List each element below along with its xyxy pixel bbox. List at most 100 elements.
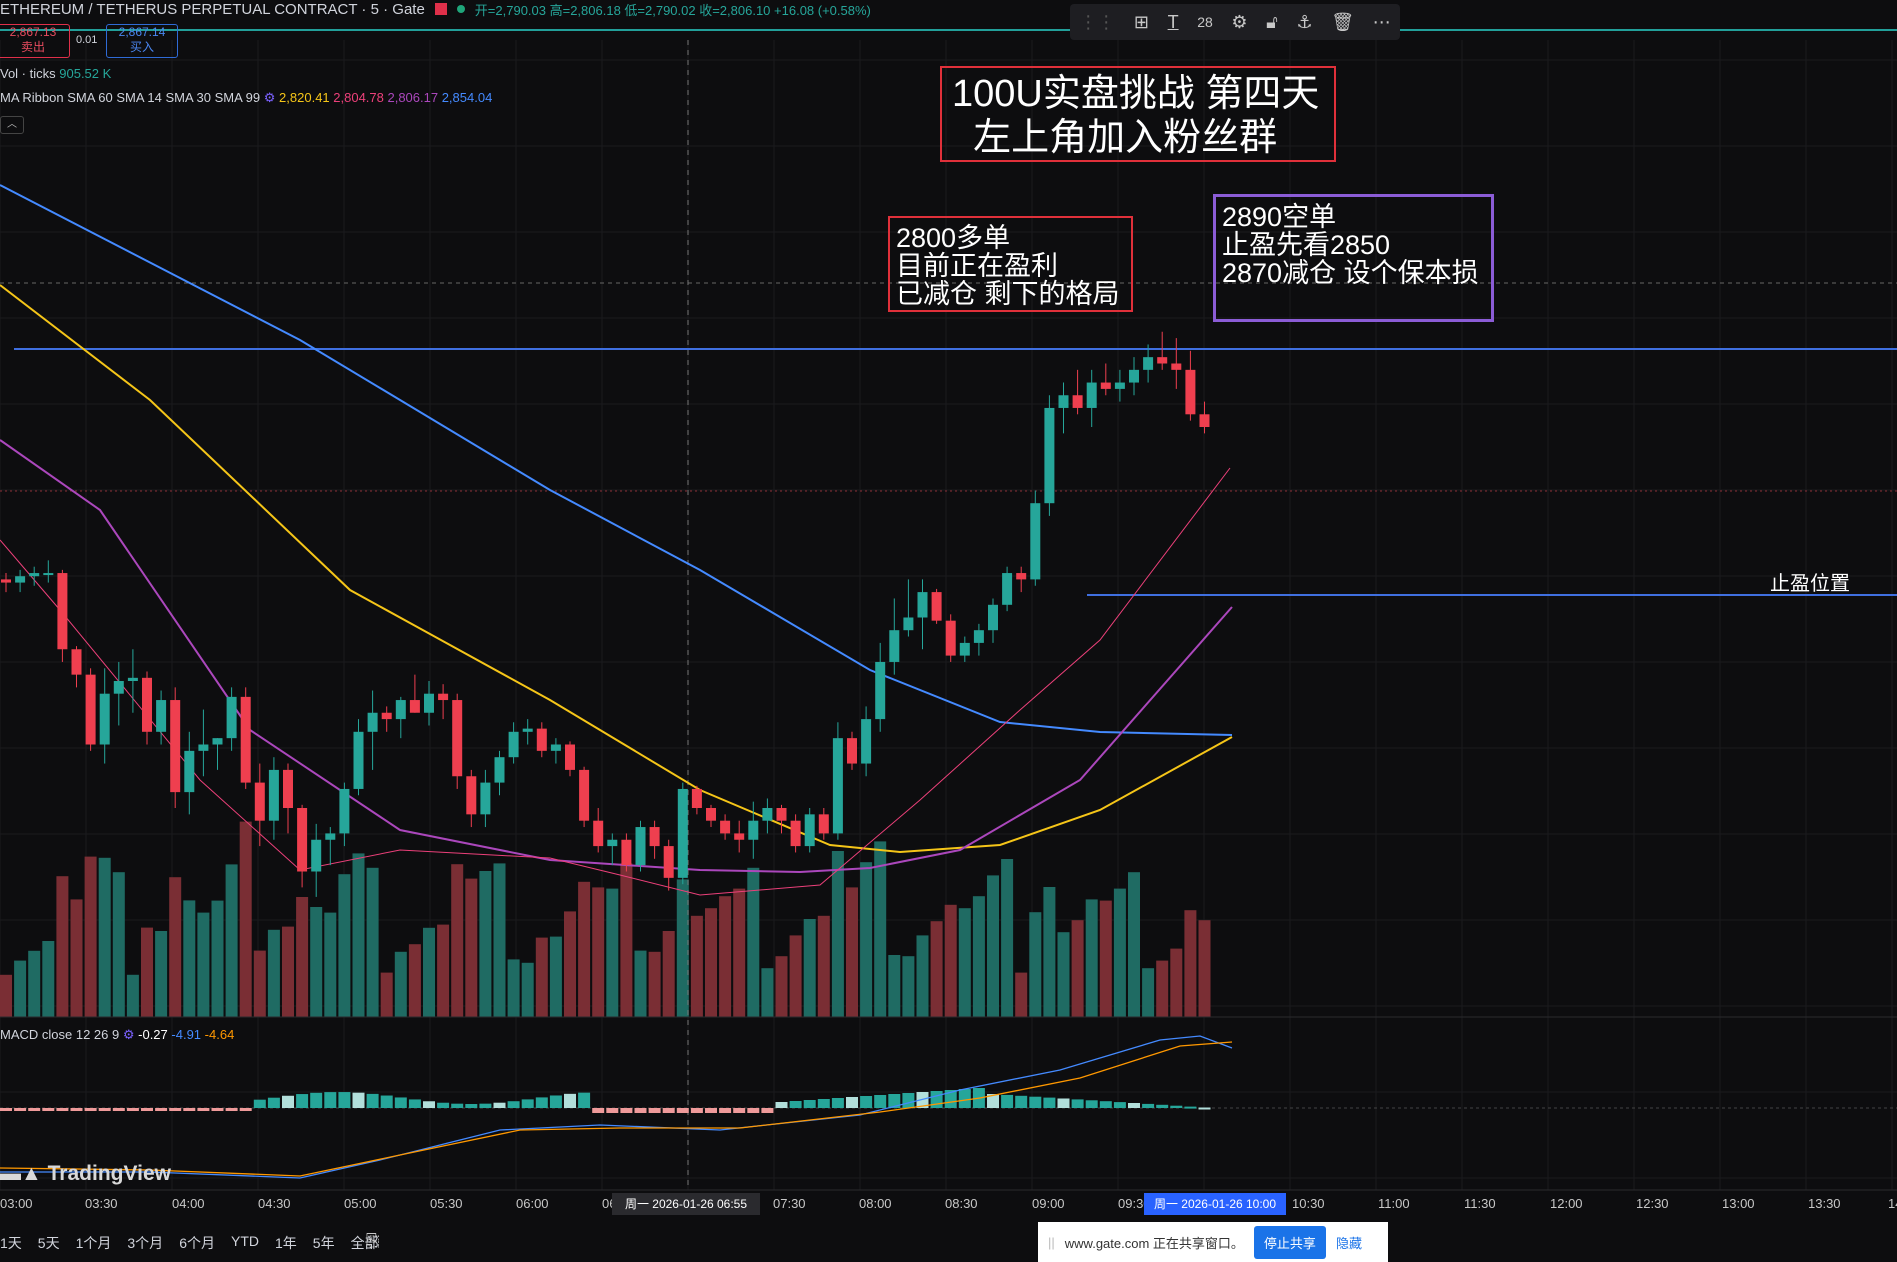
time-axis-label: 11:30 bbox=[1464, 1196, 1496, 1211]
volume-bar bbox=[0, 974, 12, 1017]
volume-bar bbox=[479, 871, 492, 1017]
macd-histogram-bar bbox=[1142, 1103, 1155, 1108]
macd-histogram-bar bbox=[1001, 1094, 1014, 1108]
range-option[interactable]: 5年 bbox=[313, 1233, 335, 1253]
candle-body bbox=[875, 661, 886, 720]
volume-bar bbox=[437, 924, 450, 1017]
macd-histogram-bar bbox=[84, 1108, 97, 1111]
volume-bar bbox=[606, 888, 619, 1017]
macd-legend[interactable]: MACD close 12 26 9 ⚙ -0.27 -4.91 -4.64 bbox=[0, 1027, 234, 1043]
volume-bar bbox=[705, 908, 717, 1017]
ma-ribbon-settings-icon[interactable]: ⚙ bbox=[264, 90, 276, 105]
drag-handle-icon[interactable]: || bbox=[1048, 1235, 1055, 1250]
settings-icon[interactable]: ⚙ bbox=[1231, 12, 1247, 33]
range-option[interactable]: 1个月 bbox=[76, 1233, 112, 1253]
volume-bar bbox=[225, 864, 238, 1017]
volume-bar bbox=[239, 821, 252, 1017]
candle-body bbox=[127, 677, 138, 681]
lock-icon[interactable]: 🔓︎ bbox=[1266, 12, 1278, 33]
macd-settings-icon[interactable]: ⚙ bbox=[123, 1027, 135, 1042]
macd-histogram-bar bbox=[578, 1092, 591, 1108]
date-range-selector: 1天 5天 1个月 3个月 6个月 YTD 1年 5年 全部 bbox=[0, 1233, 379, 1253]
volume-bar bbox=[1085, 899, 1098, 1017]
sell-button[interactable]: 2,867.13 卖出 bbox=[0, 24, 70, 58]
macd-histogram-bar bbox=[1085, 1100, 1098, 1108]
tradingview-logo[interactable]: ▬▲ TradingView bbox=[0, 1162, 171, 1186]
volume-bar bbox=[662, 931, 675, 1017]
candle-body bbox=[988, 604, 998, 631]
macd-histogram-bar bbox=[98, 1108, 111, 1111]
volume-bar bbox=[521, 962, 534, 1017]
screen-share-bar: || www.gate.com 正在共享窗口。 停止共享 隐藏 bbox=[1038, 1222, 1388, 1262]
flag-icon[interactable] bbox=[434, 3, 447, 15]
macd-histogram-bar bbox=[423, 1101, 435, 1108]
volume-bar bbox=[930, 921, 943, 1017]
buy-button[interactable]: 2,867.14 买入 bbox=[106, 24, 178, 58]
volume-bar bbox=[211, 900, 224, 1017]
candle-body bbox=[508, 731, 519, 758]
macd-histogram-bar bbox=[225, 1108, 238, 1111]
short-position-annotation[interactable]: 2890空单 止盈先看2850 2870减仓 设个保本损 bbox=[1213, 194, 1494, 322]
macd-histogram-bar bbox=[112, 1108, 125, 1111]
macd-histogram-bar bbox=[169, 1108, 182, 1111]
volume-bar bbox=[1156, 960, 1169, 1017]
compare-icon[interactable]: ⎘ bbox=[366, 1231, 380, 1251]
candle-body bbox=[198, 744, 209, 751]
volume-bar bbox=[267, 929, 280, 1017]
candle-body bbox=[240, 696, 251, 783]
range-option[interactable]: 1年 bbox=[275, 1233, 297, 1253]
collapse-legend-icon[interactable]: ︿ bbox=[0, 116, 24, 134]
range-option[interactable]: 5天 bbox=[38, 1233, 60, 1253]
candle-body bbox=[1171, 363, 1182, 370]
time-axis-label: 07:30 bbox=[773, 1196, 806, 1211]
macd-histogram-bar bbox=[366, 1093, 379, 1108]
range-option[interactable]: 3个月 bbox=[127, 1233, 163, 1253]
text-icon[interactable]: T bbox=[1168, 12, 1179, 33]
range-option[interactable]: 1天 bbox=[0, 1233, 22, 1253]
volume-bar bbox=[380, 972, 393, 1017]
candle-body bbox=[466, 776, 477, 815]
tradingview-wordmark: TradingView bbox=[47, 1162, 171, 1185]
price-chart[interactable] bbox=[0, 0, 1897, 1260]
volume-bar bbox=[578, 881, 591, 1017]
volume-bar bbox=[423, 927, 435, 1017]
font-size-selector[interactable]: 28 bbox=[1197, 14, 1213, 30]
template-icon[interactable]: ⊞ bbox=[1134, 12, 1149, 33]
macd-histogram-bar bbox=[789, 1101, 802, 1108]
volume-indicator-legend[interactable]: Vol · ticks 905.52 K bbox=[0, 66, 111, 81]
macd-histogram-bar bbox=[1071, 1099, 1084, 1108]
drag-handle-icon[interactable]: ⋮⋮ bbox=[1079, 12, 1115, 33]
volume-bar bbox=[676, 879, 689, 1017]
volume-bar bbox=[987, 875, 999, 1017]
ma-ribbon-value: 2,820.41 bbox=[279, 90, 334, 105]
volume-bar bbox=[733, 888, 746, 1017]
volume-bar bbox=[310, 907, 323, 1017]
challenge-title-annotation[interactable]: 100U实盘挑战 第四天 左上角加入粉丝群 bbox=[940, 66, 1336, 162]
more-icon[interactable]: ⋯ bbox=[1373, 12, 1391, 33]
stop-sharing-button[interactable]: 停止共享 bbox=[1253, 1225, 1326, 1259]
trash-icon[interactable]: 🗑︎ bbox=[1331, 12, 1354, 33]
macd-histogram-bar bbox=[352, 1092, 365, 1108]
hide-button[interactable]: 隐藏 bbox=[1336, 1233, 1362, 1252]
volume-bar bbox=[493, 863, 506, 1017]
candle-body bbox=[438, 693, 449, 701]
anchor-icon[interactable]: ⚓︎ bbox=[1296, 12, 1312, 33]
macd-histogram-bar bbox=[465, 1104, 478, 1108]
ma-ribbon-legend[interactable]: MA Ribbon SMA 60 SMA 14 SMA 30 SMA 99 ⚙ … bbox=[0, 90, 492, 106]
time-axis-label: 14 bbox=[1888, 1196, 1897, 1211]
candle-body bbox=[536, 728, 547, 751]
time-axis-label: 09:00 bbox=[1032, 1196, 1065, 1211]
range-option[interactable]: YTD bbox=[231, 1233, 259, 1253]
buy-label: 买入 bbox=[129, 40, 154, 54]
time-axis-label: 03:00 bbox=[0, 1196, 33, 1211]
long-position-annotation[interactable]: 2800多单 目前正在盈利 已减仓 剩下的格局 bbox=[888, 216, 1133, 312]
spread-value: 0.01 bbox=[76, 34, 98, 46]
volume-bar bbox=[1170, 948, 1183, 1017]
macd-histogram-bar bbox=[296, 1094, 309, 1108]
macd-value: -0.27 bbox=[138, 1027, 168, 1042]
take-profit-label[interactable]: 止盈位置 bbox=[1770, 567, 1850, 596]
macd-histogram-bar bbox=[958, 1089, 971, 1108]
symbol-title[interactable]: ETHEREUM / TETHERUS PERPETUAL CONTRACT ·… bbox=[0, 1, 425, 18]
candle-body bbox=[113, 681, 124, 694]
range-option[interactable]: 6个月 bbox=[179, 1233, 215, 1253]
